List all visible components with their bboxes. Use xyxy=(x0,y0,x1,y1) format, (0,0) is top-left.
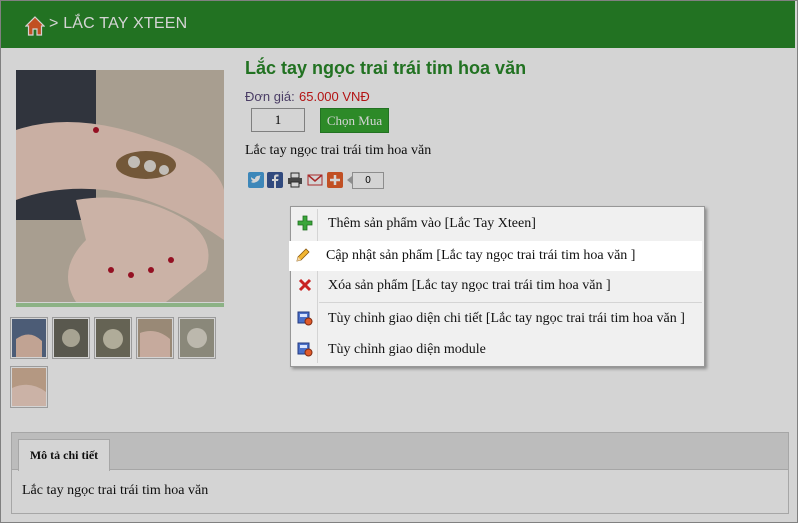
customize-layout-icon xyxy=(297,311,313,326)
menu-item-label: Cập nhật sản phẩm [Lắc tay ngọc trai trá… xyxy=(326,248,636,263)
menu-item-update-product[interactable]: Cập nhật sản phẩm [Lắc tay ngọc trai trá… xyxy=(289,241,702,271)
menu-item-customize-detail[interactable]: Tùy chỉnh giao diện chi tiết [Lắc tay ng… xyxy=(293,304,702,334)
context-menu: Thêm sản phẩm vào [Lắc Tay Xteen] Cập nh… xyxy=(289,206,705,367)
menu-item-delete-product[interactable]: Xóa sản phẩm [Lắc tay ngọc trai trái tim… xyxy=(293,271,702,301)
menu-item-label: Xóa sản phẩm [Lắc tay ngọc trai trái tim… xyxy=(328,278,611,293)
menu-item-customize-module[interactable]: Tùy chỉnh giao diện module xyxy=(293,335,702,365)
plus-icon xyxy=(297,215,313,231)
menu-item-label: Tùy chỉnh giao diện module xyxy=(328,342,486,357)
menu-item-label: Thêm sản phẩm vào [Lắc Tay Xteen] xyxy=(328,216,536,231)
menu-separator xyxy=(319,302,702,303)
delete-x-icon xyxy=(298,278,312,292)
menu-item-add-product[interactable]: Thêm sản phẩm vào [Lắc Tay Xteen] xyxy=(293,209,702,239)
menu-item-label: Tùy chỉnh giao diện chi tiết [Lắc tay ng… xyxy=(328,311,685,326)
customize-module-icon xyxy=(297,342,313,357)
pencil-icon xyxy=(296,248,310,262)
